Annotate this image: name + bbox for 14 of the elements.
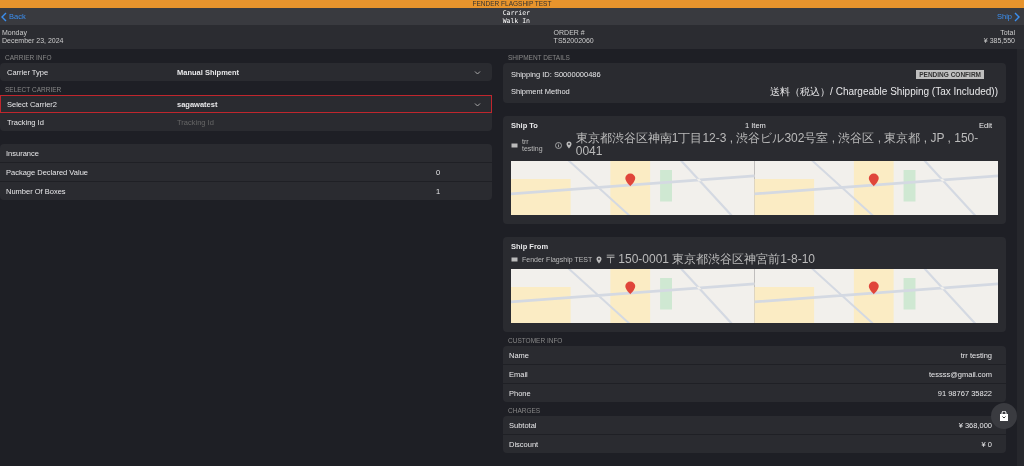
chevron-icon	[474, 101, 481, 107]
card-icon	[511, 256, 518, 263]
info-icon	[554, 141, 562, 149]
shipment-method: 送料（税込）/ Chargeable Shipping (Tax Included))	[770, 84, 998, 99]
cart-button[interactable]	[991, 403, 1017, 429]
chevron-icon	[474, 69, 481, 75]
pin-icon	[565, 141, 572, 149]
address-text: 〒150-0001 東京都渋谷区神宮前1-8-10	[606, 253, 816, 266]
bag-icon	[999, 410, 1009, 422]
chevron-right-icon	[1014, 11, 1020, 22]
back-icon	[1, 11, 7, 22]
card-icon	[511, 141, 518, 149]
address-text: 東京都渋谷区神南1丁目12-3 , 渋谷ビル302号室 , 渋谷区 , 東京都 , JP , 150-0041	[575, 132, 980, 158]
pin-icon	[596, 255, 603, 264]
